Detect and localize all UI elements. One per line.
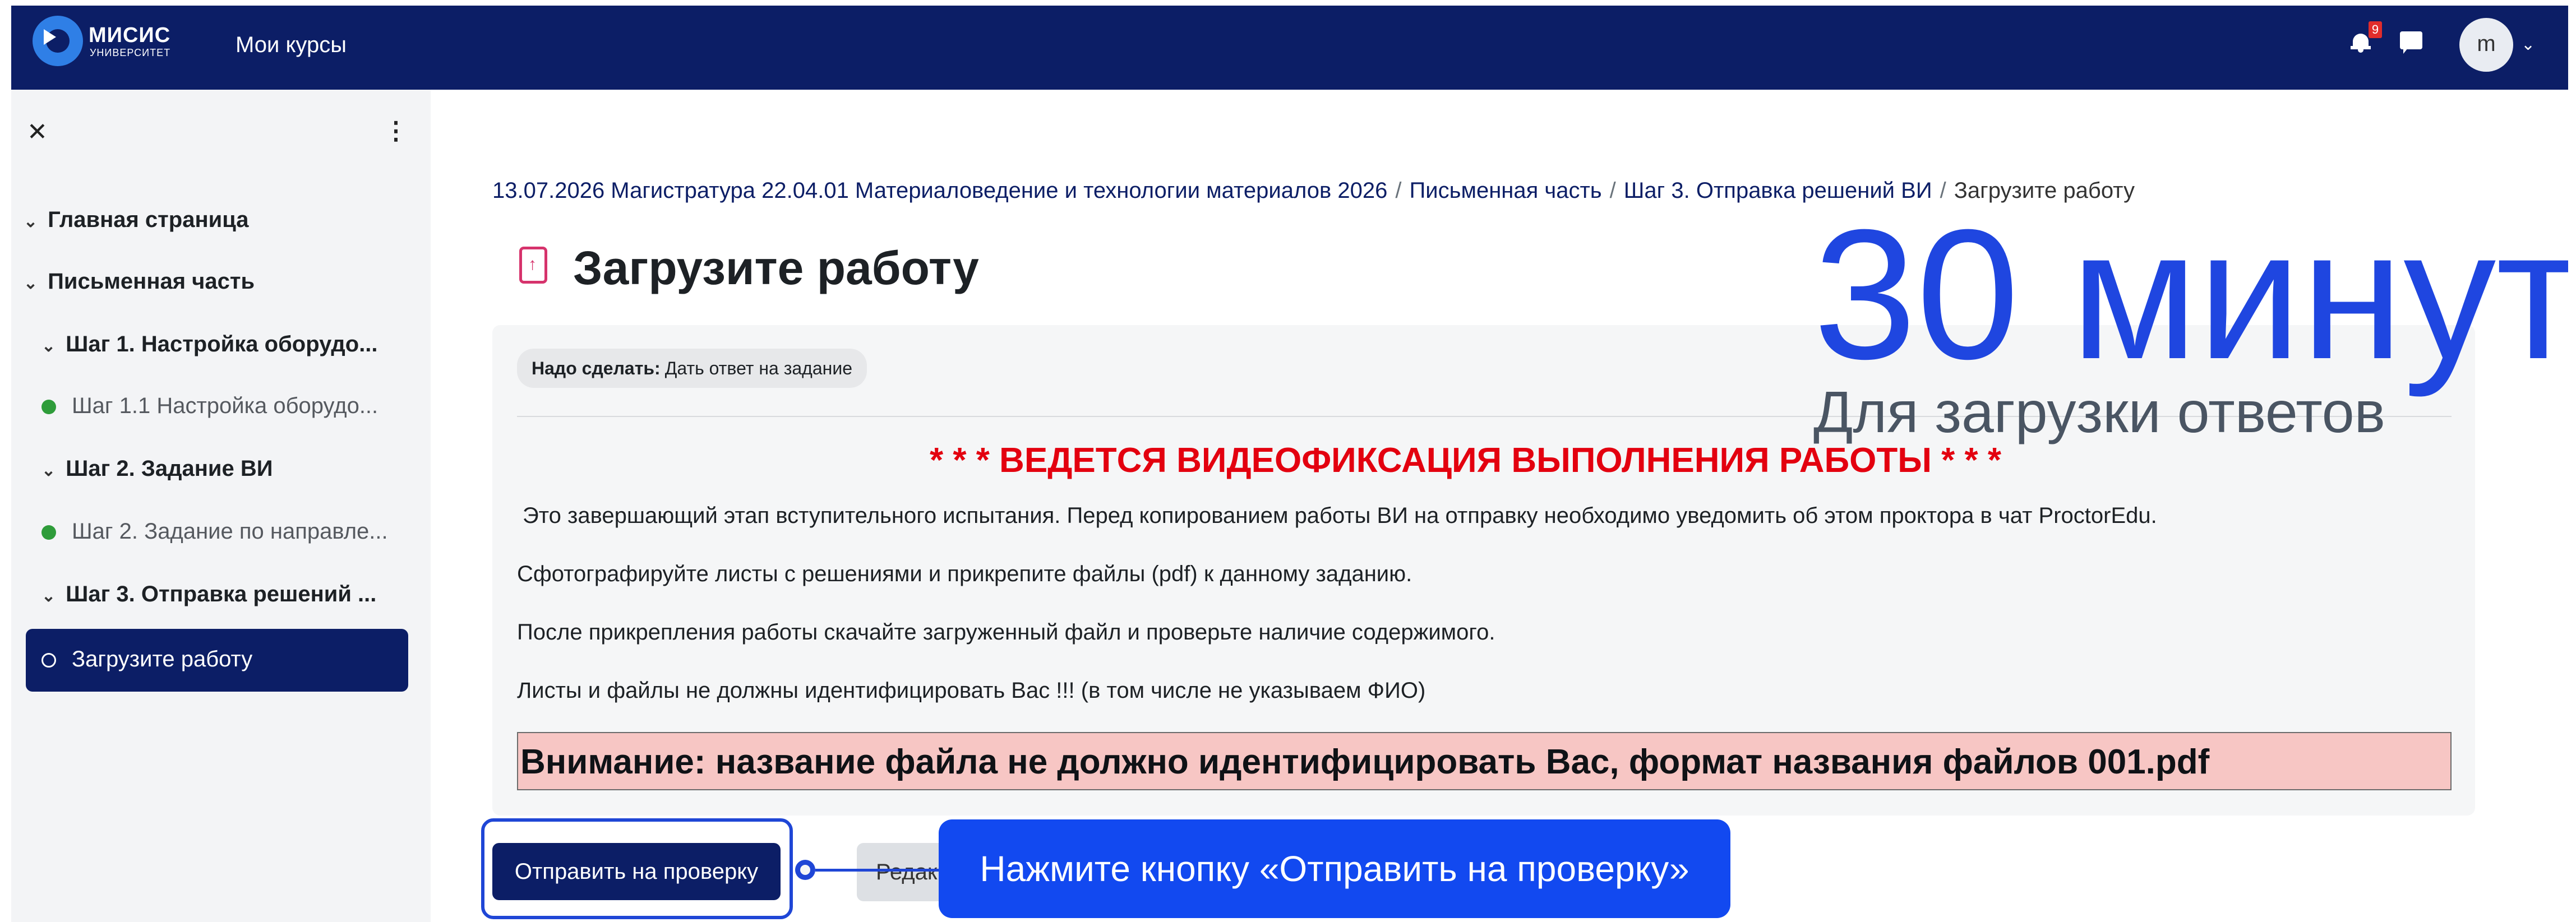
submit-for-grading-button[interactable]: Отправить на проверку	[492, 843, 781, 900]
todo-badge: Надо сделать: Дать ответ на задание	[517, 349, 867, 388]
chevron-down-icon[interactable]: ⌄	[24, 274, 38, 293]
chevron-down-icon[interactable]: ⌄	[41, 336, 56, 356]
sidebar-item-step3[interactable]: ⌄ Шаг 3. Отправка решений ...	[41, 582, 376, 607]
notification-badge: 9	[2369, 21, 2382, 38]
completion-dot-icon	[41, 525, 56, 540]
instruction-paragraph: Листы и файлы не должны идентифицировать…	[517, 678, 1426, 703]
avatar[interactable]: m	[2459, 18, 2513, 72]
filename-alert-text: Внимание: название файла не должно идент…	[520, 743, 2210, 781]
sidebar-item-label: Шаг 1. Настройка оборудо...	[66, 332, 378, 356]
top-navbar: МИСИС УНИВЕРСИТЕТ Мои курсы 9 m ⌄	[11, 6, 2568, 90]
todo-label: Надо сделать:	[532, 358, 661, 378]
sidebar-item-home[interactable]: ⌄ Главная страница	[24, 207, 249, 233]
breadcrumb-written-part[interactable]: Письменная часть	[1410, 178, 1602, 203]
instruction-paragraph: Сфотографируйте листы с решениями и прик…	[517, 562, 1412, 586]
incomplete-circle-icon	[41, 653, 56, 668]
sidebar-item-label: Главная страница	[48, 207, 249, 232]
recording-warning: * * * ВЕДЕТСЯ ВИДЕОФИКСАЦИЯ ВЫПОЛНЕНИЯ Р…	[930, 441, 2001, 480]
logo-text[interactable]: МИСИС	[89, 24, 170, 48]
instruction-callout: Нажмите кнопку «Отправить на проверку»	[939, 819, 1730, 918]
todo-value: Дать ответ на задание	[664, 358, 852, 378]
chevron-down-icon[interactable]: ⌄	[41, 586, 56, 606]
chevron-down-icon[interactable]: ⌄	[24, 212, 38, 231]
nav-my-courses[interactable]: Мои курсы	[236, 33, 347, 58]
assignment-upload-icon: ↑	[519, 247, 547, 284]
logo-play-mark	[44, 29, 56, 45]
instruction-paragraph: Это завершающий этап вступительного испы…	[523, 503, 2157, 528]
breadcrumb-course[interactable]: 13.07.2026 Магистратура 22.04.01 Материа…	[492, 178, 1387, 203]
sidebar-item-label: Шаг 1.1 Настройка оборудо...	[72, 393, 378, 418]
sidebar-item-label: Шаг 2. Задание ВИ	[66, 456, 273, 481]
sidebar-item-step1[interactable]: ⌄ Шаг 1. Настройка оборудо...	[41, 332, 378, 357]
callout-connector-line	[815, 869, 949, 872]
sidebar-item-label: Письменная часть	[48, 269, 255, 294]
more-options-icon[interactable]: ⋮	[384, 117, 408, 145]
sidebar-item-step2[interactable]: ⌄ Шаг 2. Задание ВИ	[41, 456, 273, 481]
breadcrumb-separator: /	[1395, 178, 1402, 203]
bell-icon[interactable]	[2351, 30, 2371, 53]
instruction-paragraph: После прикрепления работы скачайте загру…	[517, 620, 1495, 645]
logo-subtext: УНИВЕРСИТЕТ	[90, 47, 171, 58]
course-index-sidebar: ✕ ⋮ ⌄ Главная страница ⌄ Письменная часть …	[11, 90, 431, 922]
chevron-down-icon[interactable]: ⌄	[2521, 35, 2535, 54]
sidebar-item-step2-task[interactable]: Шаг 2. Задание по направле...	[41, 519, 388, 544]
sidebar-item-written-part[interactable]: ⌄ Письменная часть	[24, 269, 255, 294]
breadcrumb-separator: /	[1609, 178, 1616, 203]
app-window: МИСИС УНИВЕРСИТЕТ Мои курсы 9 m ⌄ ✕ ⋮ ⌄ Г…	[11, 6, 2568, 922]
time-limit-overlay: 30 минут	[1813, 191, 2568, 397]
completion-dot-icon	[41, 400, 56, 415]
close-icon[interactable]: ✕	[27, 118, 48, 146]
page-title: Загрузите работу	[573, 242, 979, 294]
callout-connector-dot	[795, 860, 815, 880]
sidebar-item-upload-work-content[interactable]: Загрузите работу	[41, 647, 252, 672]
sidebar-item-label: Шаг 2. Задание по направле...	[72, 519, 388, 544]
sidebar-item-label: Шаг 3. Отправка решений ...	[66, 582, 377, 606]
chat-icon[interactable]	[2400, 31, 2422, 54]
misis-logo-icon[interactable]	[33, 16, 83, 66]
sidebar-item-step1-1[interactable]: Шаг 1.1 Настройка оборудо...	[41, 393, 378, 419]
sidebar-item-label: Загрузите работу	[72, 647, 253, 671]
chevron-down-icon[interactable]: ⌄	[41, 461, 56, 480]
time-limit-subtitle: Для загрузки ответов	[1813, 380, 2385, 445]
